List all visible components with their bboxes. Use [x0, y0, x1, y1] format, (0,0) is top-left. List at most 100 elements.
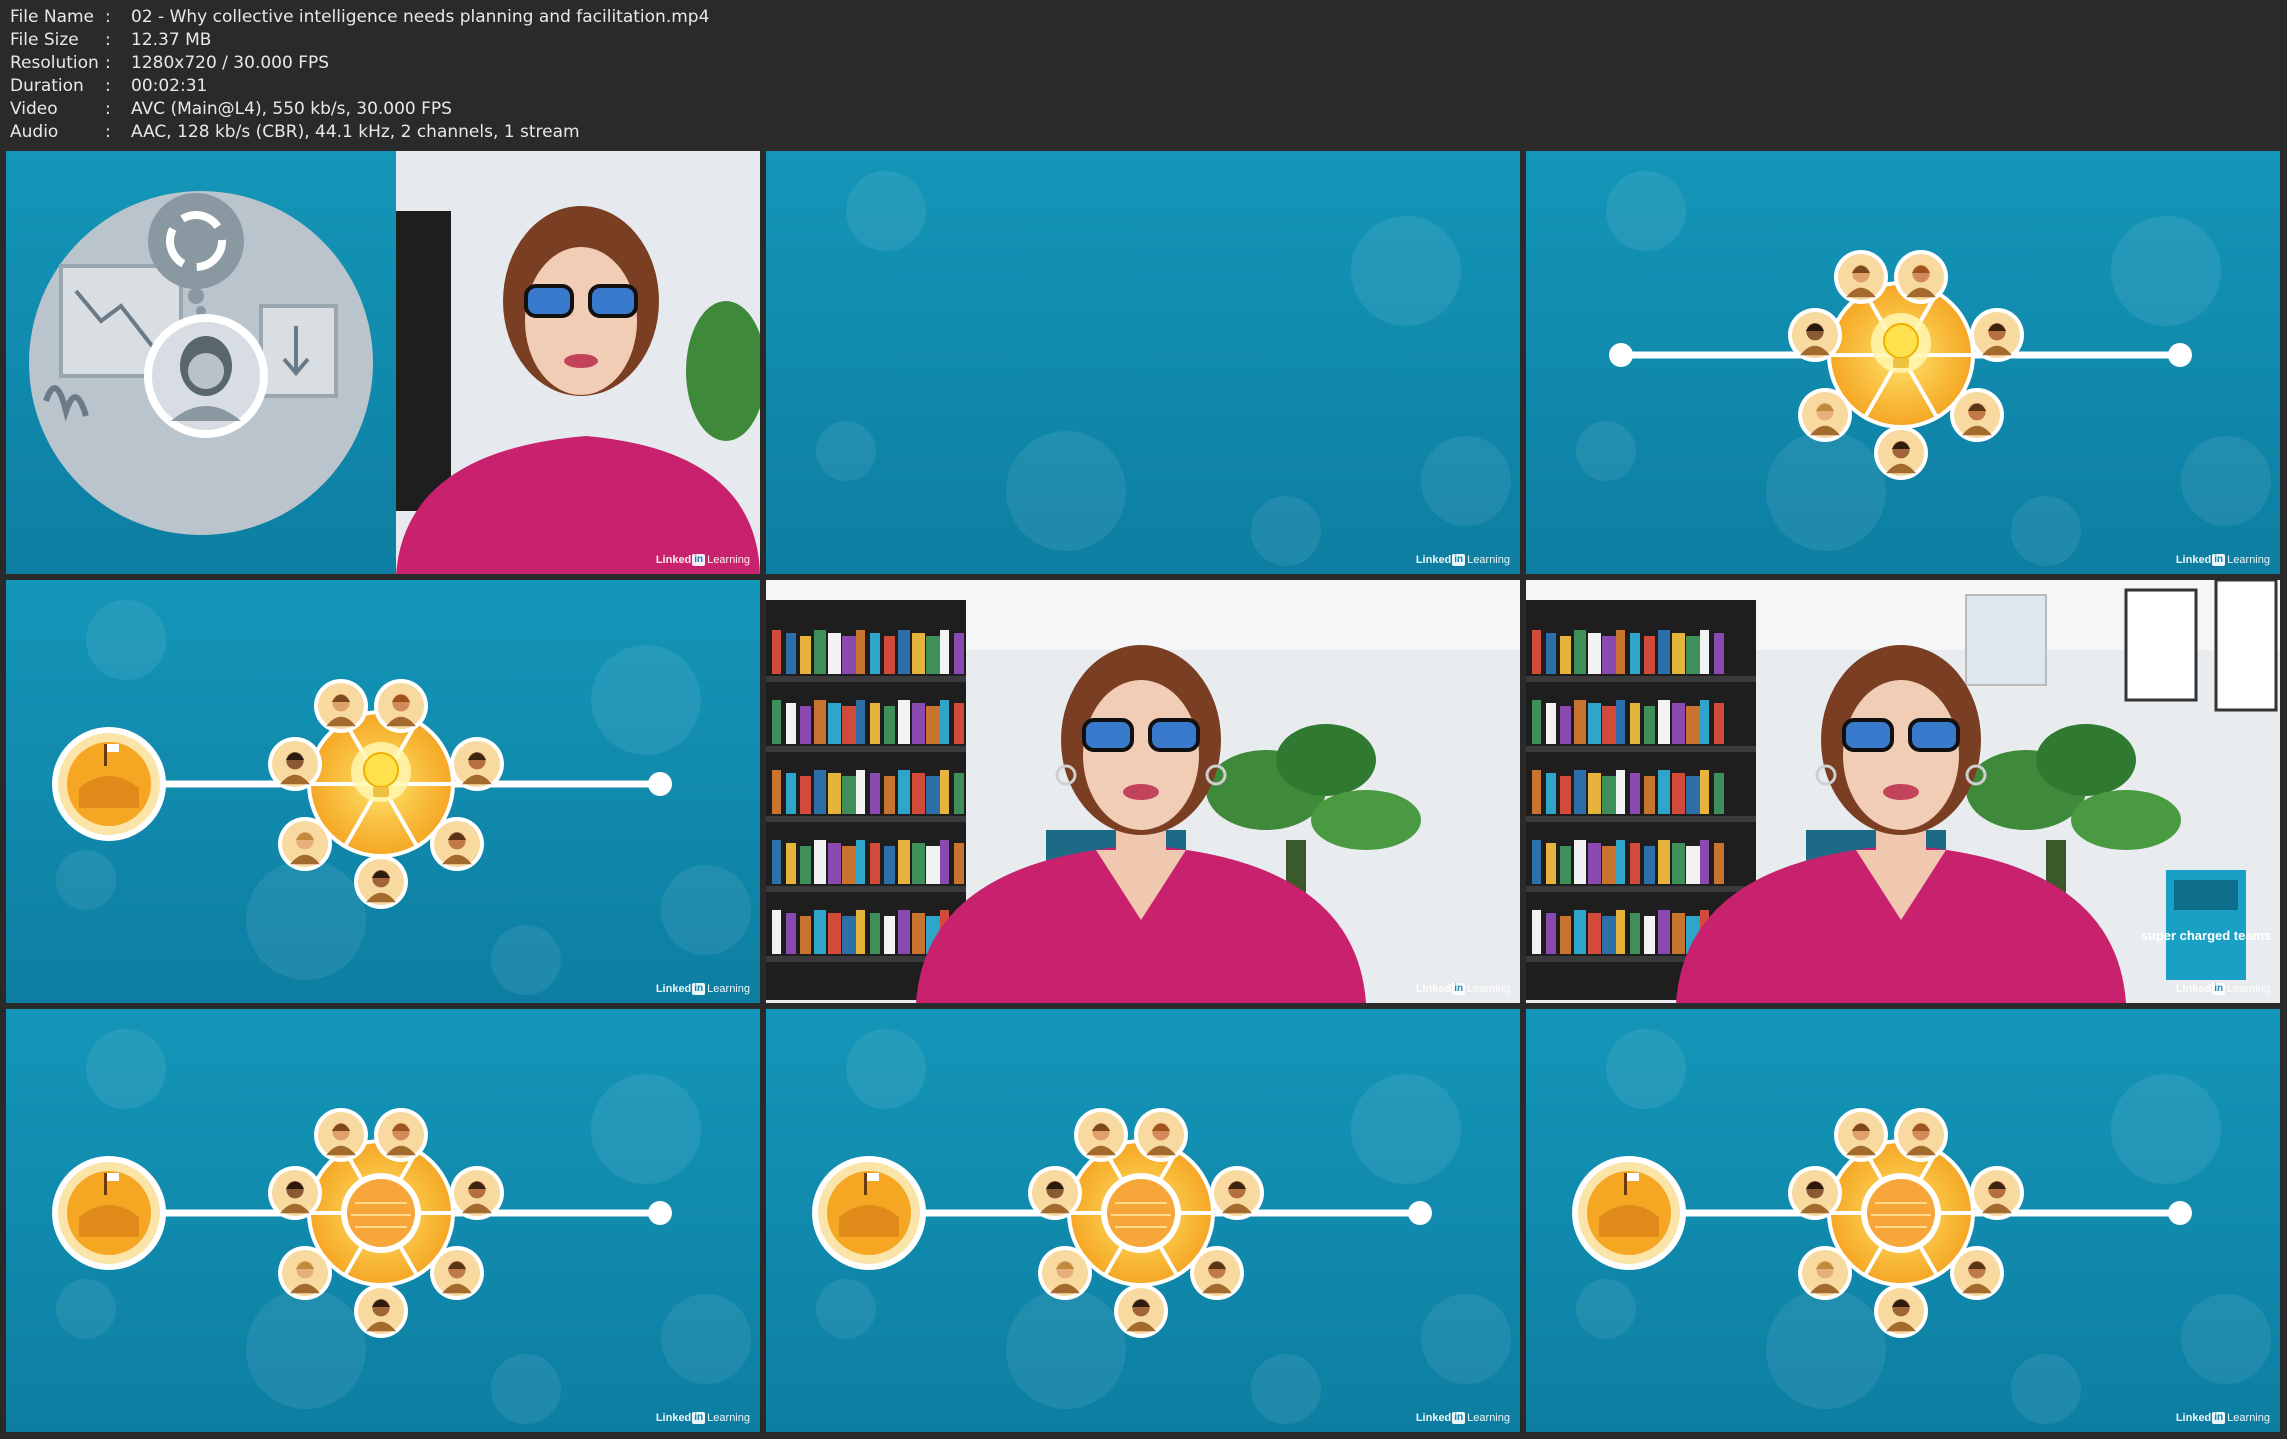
- team-member-avatar: [1798, 388, 1852, 442]
- video-key: Video: [10, 99, 58, 119]
- team-member-avatar: [430, 817, 484, 871]
- watermark-learning: Learning: [2227, 983, 2270, 995]
- file-name-value: 02 - Why collective intelligence needs p…: [131, 7, 710, 27]
- watermark-learning: Learning: [707, 554, 750, 566]
- file-size-key: File Size: [10, 30, 79, 50]
- watermark-learning: Learning: [1467, 554, 1510, 566]
- watermark-linked: Linked: [2175, 1412, 2212, 1424]
- team-member-avatar: [1970, 308, 2024, 362]
- team-member-avatar: [1950, 388, 2004, 442]
- book-title: super charged teams: [2141, 928, 2272, 943]
- file-name-key: File Name: [10, 7, 95, 27]
- linkedin-logo-icon: in: [2212, 554, 2226, 566]
- frame-image: super charged teams: [1526, 580, 2280, 1003]
- watermark-linked: Linked: [655, 1412, 692, 1424]
- team-member-avatar: [314, 679, 368, 733]
- frame-image: [766, 151, 1520, 574]
- team-member-avatar: [1894, 1108, 1948, 1162]
- file-size-separator: :: [105, 30, 111, 50]
- linkedin-logo-icon: in: [692, 983, 706, 995]
- team-member-avatar: [1210, 1166, 1264, 1220]
- team-member-avatar: [1874, 426, 1928, 480]
- watermark-learning: Learning: [2227, 1412, 2270, 1424]
- team-member-avatar: [278, 817, 332, 871]
- linkedin-learning-watermark: Linked in Learning: [2176, 983, 2270, 995]
- linkedin-learning-watermark: Linked in Learning: [656, 983, 750, 995]
- audio-key: Audio: [10, 122, 59, 142]
- lightbulb-icon: [363, 752, 399, 788]
- thumbnail-frame-2[interactable]: Linked in Learning: [766, 151, 1520, 574]
- linkedin-logo-icon: in: [2212, 1412, 2226, 1424]
- duration-row: Duration : 00:02:31: [10, 75, 709, 98]
- thumbnail-frame-4[interactable]: Linked in Learning: [6, 580, 760, 1003]
- watermark-linked: Linked: [2175, 983, 2212, 995]
- honey-pot-node: [1572, 1156, 1686, 1270]
- team-member-avatar: [1834, 250, 1888, 304]
- file-name-row: File Name : 02 - Why collective intellig…: [10, 6, 709, 29]
- timeline-end-node: [648, 1201, 672, 1225]
- watermark-linked: Linked: [655, 554, 692, 566]
- team-member-avatar: [374, 1108, 428, 1162]
- frame-image: [766, 1009, 1520, 1432]
- watermark-linked: Linked: [655, 983, 692, 995]
- linkedin-logo-icon: in: [2212, 983, 2226, 995]
- linkedin-learning-watermark: Linked in Learning: [1416, 983, 1510, 995]
- thumbnail-frame-8[interactable]: Linked in Learning: [766, 1009, 1520, 1432]
- thumbnail-frame-9[interactable]: Linked in Learning: [1526, 1009, 2280, 1432]
- linkedin-learning-watermark: Linked in Learning: [2176, 554, 2270, 566]
- team-member-avatar: [1788, 1166, 1842, 1220]
- team-member-avatar: [430, 1246, 484, 1300]
- timeline-end-node: [648, 772, 672, 796]
- team-member-avatar: [354, 855, 408, 909]
- team-member-avatar: [1798, 1246, 1852, 1300]
- file-size-row: File Size : 12.37 MB: [10, 29, 709, 52]
- frame-image: [1526, 1009, 2280, 1432]
- thumbnail-frame-5[interactable]: Linked in Learning: [766, 580, 1520, 1003]
- resolution-row: Resolution : 1280x720 / 30.000 FPS: [10, 52, 709, 75]
- honey-pot-node: [812, 1156, 926, 1270]
- linkedin-learning-watermark: Linked in Learning: [1416, 554, 1510, 566]
- team-member-avatar: [1074, 1108, 1128, 1162]
- team-member-avatar: [374, 679, 428, 733]
- thumbnail-grid: Linked in Learning Linked in Learning Li…: [6, 151, 2280, 1432]
- video-row: Video : AVC (Main@L4), 550 kb/s, 30.000 …: [10, 98, 709, 121]
- watermark-learning: Learning: [707, 1412, 750, 1424]
- thumbnail-frame-6[interactable]: super charged teams Linked in Learning: [1526, 580, 2280, 1003]
- watermark-linked: Linked: [2175, 554, 2212, 566]
- linkedin-logo-icon: in: [692, 554, 706, 566]
- honeycomb-icon: [1867, 1179, 1935, 1247]
- linkedin-learning-watermark: Linked in Learning: [656, 1412, 750, 1424]
- frame-image: [1526, 151, 2280, 574]
- watermark-linked: Linked: [1415, 1412, 1452, 1424]
- team-member-avatar: [1950, 1246, 2004, 1300]
- video-separator: :: [105, 99, 111, 119]
- linkedin-learning-watermark: Linked in Learning: [656, 554, 750, 566]
- resolution-key: Resolution: [10, 53, 99, 73]
- watermark-learning: Learning: [2227, 554, 2270, 566]
- team-member-avatar: [354, 1284, 408, 1338]
- honeycomb-icon: [347, 1179, 415, 1247]
- file-size-value: 12.37 MB: [131, 30, 212, 50]
- team-member-avatar: [268, 1166, 322, 1220]
- audio-value: AAC, 128 kb/s (CBR), 44.1 kHz, 2 channel…: [131, 122, 580, 142]
- lightbulb-icon: [1883, 323, 1919, 359]
- honey-pot-node: [52, 1156, 166, 1270]
- honeycomb-icon: [1107, 1179, 1175, 1247]
- team-member-avatar: [450, 737, 504, 791]
- presenter-video: [396, 151, 760, 574]
- thumbnail-frame-7[interactable]: Linked in Learning: [6, 1009, 760, 1432]
- team-member-avatar: [1028, 1166, 1082, 1220]
- audio-separator: :: [105, 122, 111, 142]
- team-member-avatar: [1190, 1246, 1244, 1300]
- frame-image: [766, 580, 1520, 1003]
- file-name-separator: :: [105, 7, 111, 27]
- thumbnail-frame-1[interactable]: Linked in Learning: [6, 151, 760, 574]
- thumbnail-frame-3[interactable]: Linked in Learning: [1526, 151, 2280, 574]
- team-member-avatar: [1134, 1108, 1188, 1162]
- linkedin-learning-watermark: Linked in Learning: [2176, 1412, 2270, 1424]
- frame-image: [6, 151, 760, 574]
- team-member-avatar: [1038, 1246, 1092, 1300]
- linkedin-logo-icon: in: [1452, 554, 1466, 566]
- team-member-avatar: [268, 737, 322, 791]
- linkedin-logo-icon: in: [1452, 1412, 1466, 1424]
